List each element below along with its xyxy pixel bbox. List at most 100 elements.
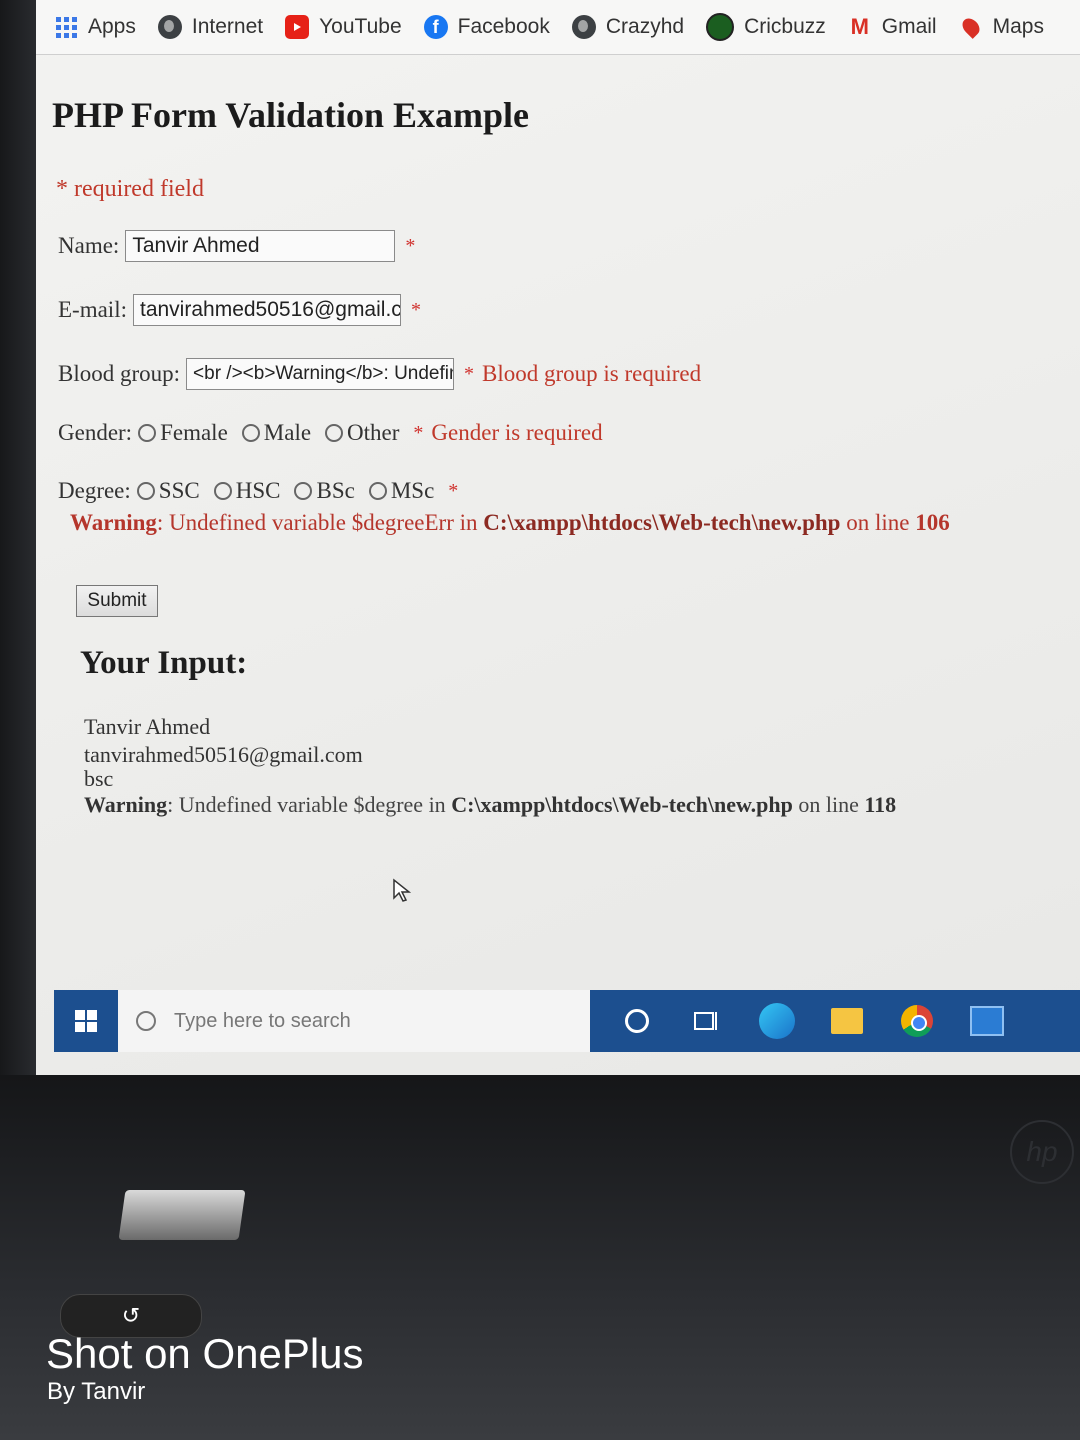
output-blood: bsc [84,766,114,791]
radio-circle-icon [325,424,344,442]
bookmark-label: Apps [88,15,136,38]
bookmark-cricbuzz[interactable]: Cricbuzz [706,13,826,41]
name-input[interactable]: Tanvir Ahmed [125,230,396,262]
watermark-brand: Shot on OnePlus [46,1330,364,1377]
required-star: * [410,298,421,321]
blood-group-label: Blood group: [58,361,181,386]
chrome-button[interactable] [894,998,940,1044]
degree-radio-bsc[interactable]: BSc [294,478,355,504]
gender-radio-other[interactable]: Other [325,420,399,446]
bookmark-facebook[interactable]: f Facebook [423,15,550,39]
bookmark-label: Internet [191,15,264,38]
radio-label: MSc [390,478,435,503]
edge-button[interactable] [754,998,800,1044]
gender-error: Gender is required [431,420,603,445]
bookmark-crazyhd[interactable]: Crazyhd [571,15,685,39]
bookmark-internet[interactable]: Internet [157,15,264,39]
radio-circle-icon [368,482,387,500]
bookmark-apps[interactable]: Apps [54,15,136,39]
email-input[interactable]: tanvirahmed50516@gmail.com [132,294,401,326]
gmail-icon: M [850,14,869,39]
task-view-button[interactable] [684,998,730,1044]
degree-radio-hsc[interactable]: HSC [213,478,281,504]
cortana-button[interactable] [614,998,660,1044]
laptop-body [0,1075,1080,1440]
bookmark-label: Crazyhd [605,15,685,38]
radio-circle-icon [136,482,155,500]
blood-group-input[interactable]: <br /><b>Warning</b>: Undefined variable [186,358,455,390]
chrome-icon [901,1005,933,1037]
maps-pin-icon [958,15,983,39]
required-star: * [413,421,424,444]
warning-text: : Undefined variable $degree in [167,792,452,817]
browser-window: Apps Internet YouTube f Facebook Crazyhd… [36,0,1080,1075]
bookmark-maps[interactable]: Maps [958,15,1044,39]
submit-button[interactable]: Submit [76,585,158,617]
warning-line: 118 [864,792,897,817]
start-button[interactable] [54,990,118,1052]
bookmark-youtube[interactable]: YouTube [285,15,402,39]
gender-radio-male[interactable]: Male [241,420,312,446]
degree-radio-ssc[interactable]: SSC [136,478,200,504]
edge-icon [759,1003,795,1039]
globe-icon [157,15,182,39]
warning-path: C:\xampp\htdocs\Web-tech\new.php [483,510,841,535]
radio-label: HSC [235,478,281,503]
required-star: * [464,362,475,385]
required-note: * required field [56,176,204,202]
file-explorer-button[interactable] [824,998,870,1044]
radio-circle-icon [241,424,260,442]
windows-taskbar: Type here to search [54,990,1080,1052]
radio-label: BSc [316,478,355,503]
search-placeholder: Type here to search [174,1009,351,1032]
hp-logo-icon: hp [1010,1120,1074,1184]
warning-path: C:\xampp\htdocs\Web-tech\new.php [451,792,793,817]
radio-circle-icon [213,482,232,500]
warning-prefix: Warning [70,510,157,535]
required-star: * [448,479,459,502]
degree-radio-msc[interactable]: MSc [368,478,435,504]
bookmark-label: Cricbuzz [744,15,826,38]
laptop-bezel [0,0,38,1100]
bookmark-gmail[interactable]: M Gmail [848,14,937,39]
email-row: E-mail: tanvirahmed50516@gmail.com * [58,294,421,326]
task-view-icon [694,1012,717,1030]
warning-prefix: Warning [84,792,168,817]
radio-label: SSC [158,478,200,503]
gender-row: Gender: Female Male Other * Gender is re… [58,420,603,446]
radio-circle-icon [138,424,157,442]
page-title: PHP Form Validation Example [52,95,530,135]
degree-warning: Warning: Undefined variable $degreeErr i… [70,510,950,536]
radio-label: Male [263,420,312,445]
blood-group-row: Blood group: <br /><b>Warning</b>: Undef… [58,358,701,390]
bookmark-label: Maps [992,15,1044,38]
search-icon [136,1011,156,1031]
radio-label: Other [347,420,400,445]
warning-on: on line [840,510,916,535]
your-input-heading: Your Input: [80,645,248,681]
windows-logo-icon [75,1010,97,1032]
folder-icon [831,1008,863,1034]
required-star: * [405,234,416,257]
output-name: Tanvir Ahmed [84,714,211,739]
radio-label: Female [160,420,228,445]
bookmarks-bar: Apps Internet YouTube f Facebook Crazyhd… [36,0,1080,55]
watermark-byline: By Tanvir [47,1378,146,1405]
bookmark-label: Facebook [457,15,550,38]
taskbar-search[interactable]: Type here to search [118,990,590,1052]
warning-text: : Undefined variable $degreeErr in [156,510,484,535]
blood-group-error: Blood group is required [482,361,702,386]
email-label: E-mail: [58,297,127,322]
word-icon [970,1006,1004,1036]
gender-radio-female[interactable]: Female [138,420,228,446]
output-warning: Warning: Undefined variable $degree in C… [84,792,896,818]
word-button[interactable] [964,998,1010,1044]
name-label: Name: [58,233,120,258]
oneplus-logo-icon: ↺ [121,1303,141,1329]
bookmark-label: Gmail [881,15,937,38]
warning-on: on line [792,792,865,817]
gender-label: Gender: [58,420,133,445]
radio-circle-icon [294,482,313,500]
warning-line: 106 [915,510,950,535]
facebook-icon: f [423,15,448,39]
